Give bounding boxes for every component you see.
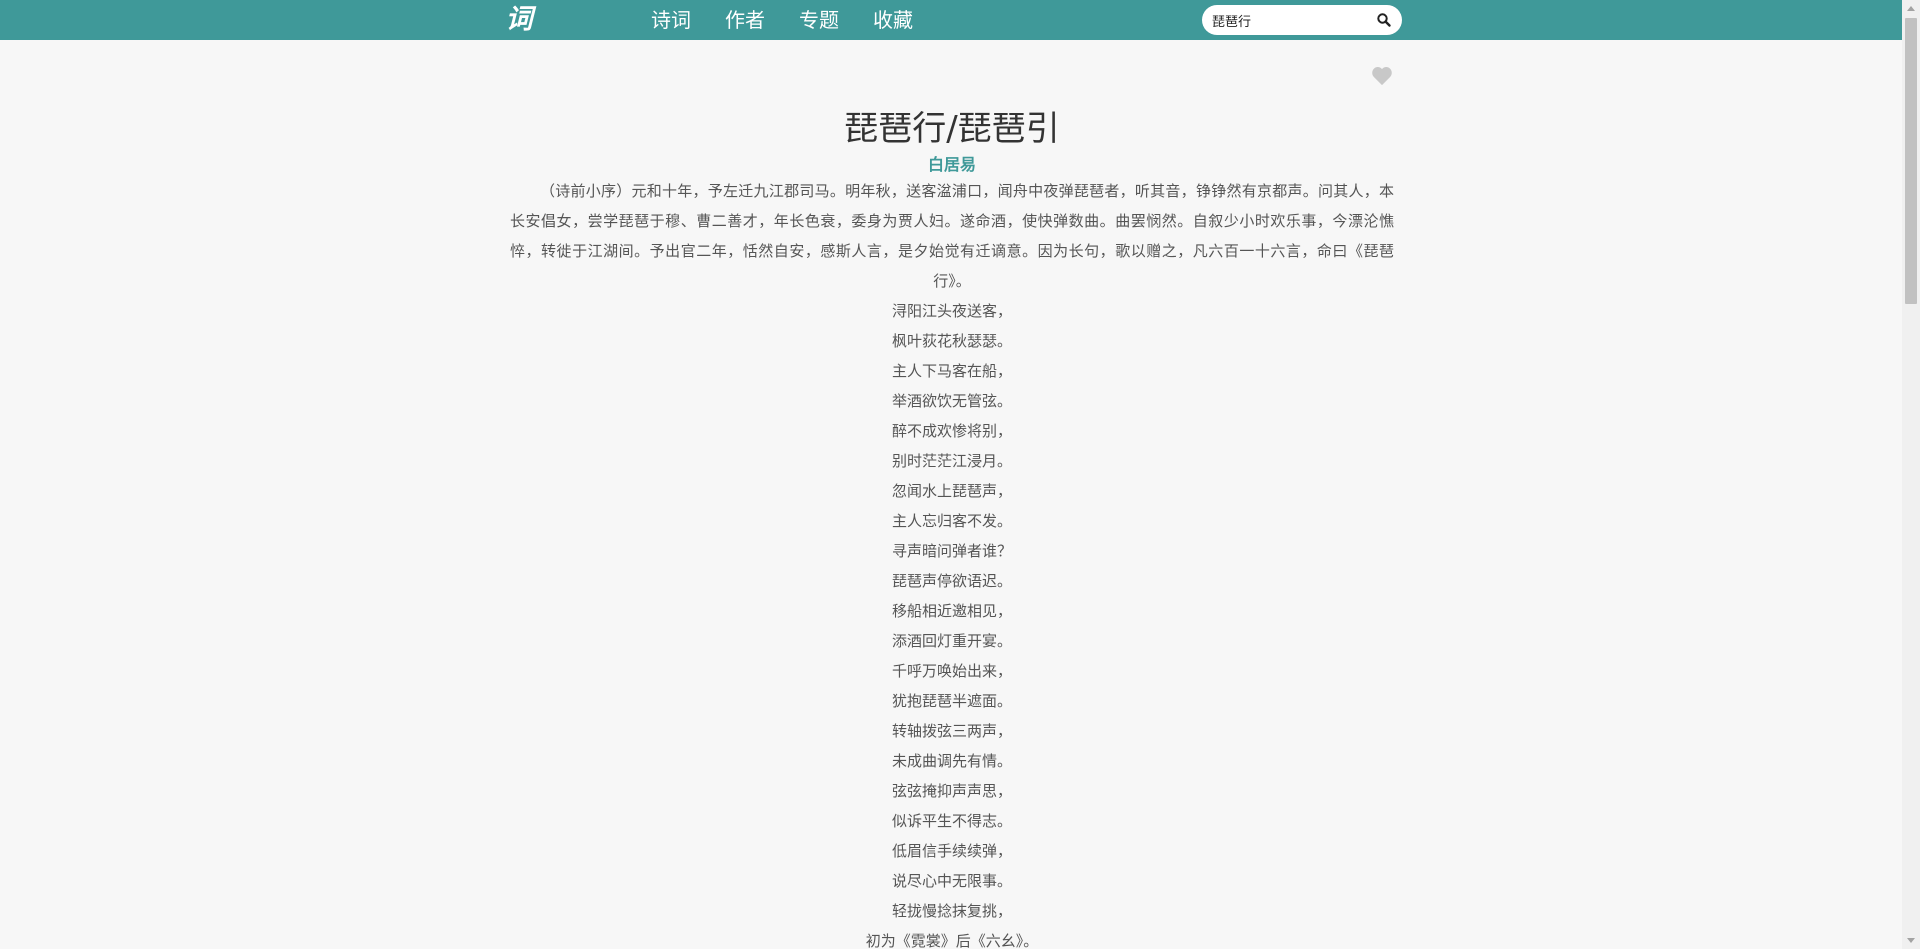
poem-line: 移船相近邀相见， — [891, 602, 1012, 620]
main-nav: 诗词 作者 专题 收藏 — [651, 0, 947, 40]
scrollbar-thumb[interactable] — [1905, 18, 1917, 304]
nav-item-favorites[interactable]: 收藏 — [873, 0, 913, 40]
poem-line: 犹抱琵琶半遮面。 — [891, 692, 1012, 710]
poem-line: 未成曲调先有情。 — [891, 752, 1012, 770]
poem-line: 主人下马客在船， — [891, 362, 1012, 380]
search-box — [1202, 5, 1402, 35]
poem-line: 似诉平生不得志。 — [891, 812, 1012, 830]
heart-icon[interactable] — [1371, 66, 1393, 86]
poem-line: 低眉信手续续弹， — [891, 842, 1012, 860]
nav-item-poems[interactable]: 诗词 — [651, 0, 691, 40]
poem-line: 枫叶荻花秋瑟瑟。 — [891, 332, 1012, 350]
poem-line: 初为《霓裳》后《六幺》。 — [865, 932, 1039, 949]
poem-author-link[interactable]: 白居易 — [510, 154, 1394, 176]
poem-line: 举酒欲饮无管弦。 — [891, 392, 1012, 410]
poem-content: 琵琶行/琵琶引 白居易 （诗前小序）元和十年，予左迁九江郡司马。明年秋，送客湓浦… — [510, 104, 1394, 949]
poem-line: 别时茫茫江浸月。 — [891, 452, 1012, 470]
top-nav-bar: 词 诗词 作者 专题 收藏 — [0, 0, 1902, 40]
poem-verses: 浔阳江头夜送客， 枫叶荻花秋瑟瑟。 主人下马客在船， 举酒欲饮无管弦。 醉不成欢惨将别，… — [510, 296, 1394, 949]
nav-item-topics[interactable]: 专题 — [799, 0, 839, 40]
scroll-up-arrow-icon[interactable] — [1902, 0, 1920, 17]
poem-line: 寻声暗问弹者谁？ — [891, 542, 1012, 560]
poem-line: 忽闻水上琵琶声， — [891, 482, 1012, 500]
poem-line: 千呼万唤始出来， — [891, 662, 1012, 680]
search-input[interactable] — [1212, 8, 1362, 32]
poem-line: 添酒回灯重开宴。 — [891, 632, 1012, 650]
poem-line: 琵琶声停欲语迟。 — [891, 572, 1012, 590]
poem-line: 浔阳江头夜送客， — [891, 302, 1012, 320]
poem-title: 琵琶行/琵琶引 — [844, 109, 1060, 149]
search-icon[interactable] — [1376, 12, 1392, 28]
nav-item-authors[interactable]: 作者 — [725, 0, 765, 40]
poem-preface: （诗前小序）元和十年，予左迁九江郡司马。明年秋，送客湓浦口，闻舟中夜弹琵琶者，听… — [510, 182, 1394, 290]
poem-line: 说尽心中无限事。 — [891, 872, 1012, 890]
scroll-down-arrow-icon[interactable] — [1902, 932, 1920, 949]
poem-line: 醉不成欢惨将别， — [891, 422, 1012, 440]
vertical-scrollbar[interactable] — [1902, 0, 1920, 949]
poem-line: 弦弦掩抑声声思， — [891, 782, 1012, 800]
poem-line: 主人忘归客不发。 — [891, 512, 1012, 530]
site-logo[interactable]: 词 — [502, 3, 536, 37]
poem-line: 轻拢慢捻抹复挑， — [891, 902, 1012, 920]
poem-line: 转轴拨弦三两声， — [891, 722, 1012, 740]
